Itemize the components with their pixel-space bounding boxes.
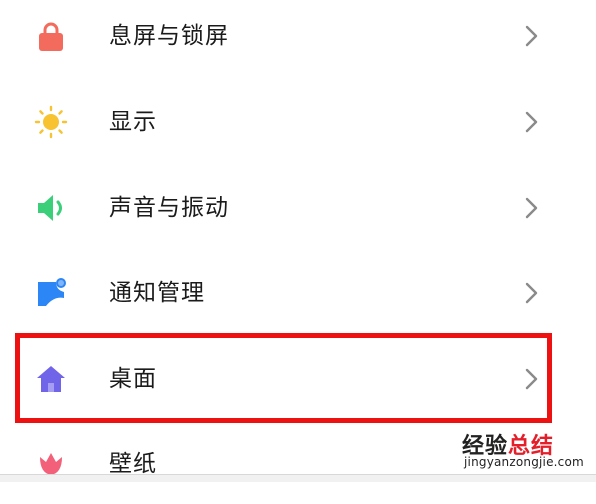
settings-item-notifications[interactable]: 通知管理	[0, 253, 596, 333]
chevron-right-icon	[522, 195, 542, 221]
settings-item-lock-screen[interactable]: 息屏与锁屏	[0, 0, 596, 76]
settings-list: 息屏与锁屏 显示 声音与振动 通知管理 桌面 壁纸	[0, 0, 596, 481]
settings-item-desktop[interactable]: 桌面	[0, 339, 596, 419]
settings-item-label: 桌面	[109, 366, 157, 392]
home-icon	[34, 362, 68, 396]
lock-icon	[34, 19, 68, 53]
settings-item-label: 通知管理	[109, 280, 205, 306]
settings-item-display[interactable]: 显示	[0, 82, 596, 162]
settings-item-sound[interactable]: 声音与振动	[0, 168, 596, 248]
settings-item-label: 息屏与锁屏	[109, 23, 229, 49]
chevron-right-icon	[522, 366, 542, 392]
chevron-right-icon	[522, 109, 542, 135]
chevron-right-icon	[522, 23, 542, 49]
sun-icon	[34, 105, 68, 139]
chevron-right-icon	[522, 280, 542, 306]
settings-item-label: 声音与振动	[109, 195, 229, 221]
speaker-icon	[34, 191, 68, 225]
settings-item-wallpaper[interactable]: 壁纸	[0, 424, 596, 504]
notification-icon	[34, 276, 68, 310]
settings-item-label: 显示	[109, 109, 157, 135]
